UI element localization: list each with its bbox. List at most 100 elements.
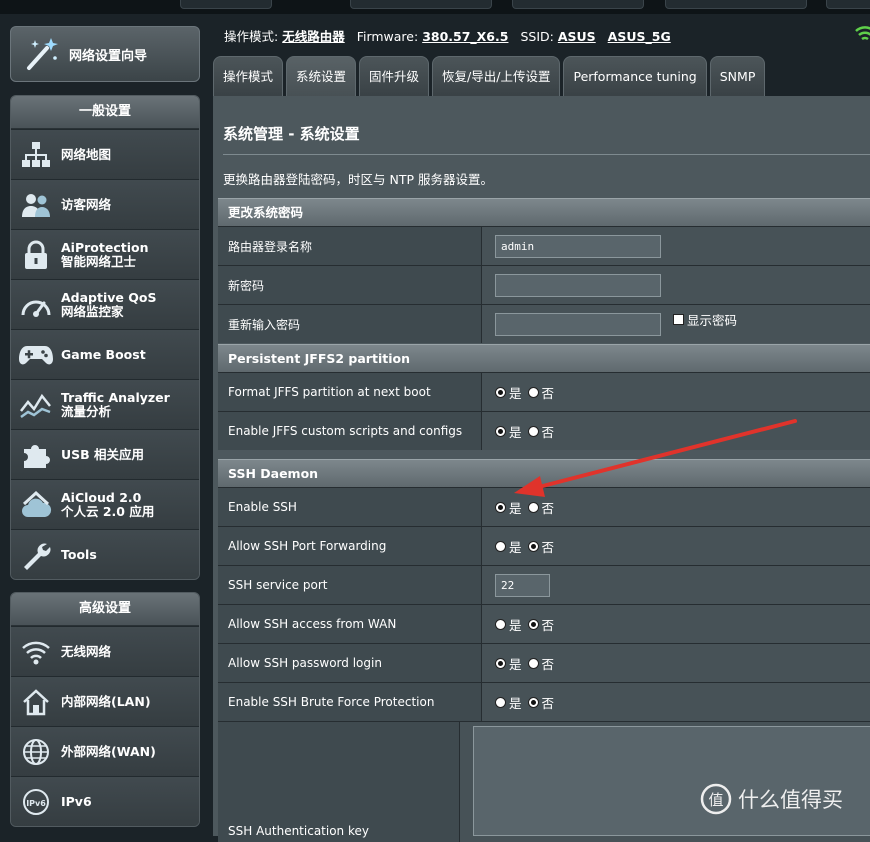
radio-no[interactable]: 否 bbox=[527, 654, 554, 673]
radio-button[interactable] bbox=[495, 425, 506, 437]
wifi-status-icon[interactable] bbox=[855, 24, 870, 48]
radio-no[interactable]: 否 bbox=[527, 537, 555, 556]
radio-button[interactable] bbox=[495, 696, 506, 708]
jffs-scripts-label: Enable JFFS custom scripts and configs bbox=[218, 412, 482, 450]
radio-no[interactable]: 否 bbox=[527, 693, 554, 712]
tab-performance-tuning[interactable]: Performance tuning bbox=[563, 56, 707, 97]
confirm-password-label: 重新输入密码 bbox=[218, 305, 482, 343]
network-map-icon bbox=[19, 138, 53, 172]
sidebar-item-sublabel: 网络监控家 bbox=[61, 303, 124, 319]
tab-restore-save-upload[interactable]: 恢复/导出/上传设置 bbox=[432, 56, 561, 97]
new-password-input[interactable] bbox=[495, 273, 661, 297]
radio-button[interactable] bbox=[495, 657, 506, 669]
ssid-5g-link[interactable]: ASUS_5G bbox=[608, 29, 671, 44]
sidebar-item-adaptive-qos[interactable]: Adaptive QoS 网络监控家 bbox=[11, 279, 199, 329]
show-password-label: 显示密码 bbox=[687, 312, 738, 328]
radio-yes[interactable]: 是 bbox=[495, 693, 522, 712]
radio-label: 否 bbox=[541, 500, 555, 516]
ssh-brute-force-label: Enable SSH Brute Force Protection bbox=[218, 683, 482, 721]
radio-yes[interactable]: 是 bbox=[495, 654, 522, 673]
ssid-link[interactable]: ASUS bbox=[558, 29, 596, 44]
new-password-label: 新密码 bbox=[218, 266, 482, 304]
sidebar-item-tools[interactable]: Tools bbox=[11, 529, 199, 579]
radio-no[interactable]: 否 bbox=[527, 615, 554, 634]
sidebar-item-traffic-analyzer[interactable]: Traffic Analyzer 流量分析 bbox=[11, 379, 199, 429]
sidebar-item-wireless[interactable]: 无线网络 bbox=[11, 626, 199, 676]
sidebar-item-label: IPv6 bbox=[61, 793, 92, 809]
main-panel: 系统管理 - 系统设置 更换路由器登陆密码，时区与 NTP 服务器设置。 更改系… bbox=[213, 96, 870, 842]
advanced-settings-menu: 高级设置 无线网络 内部网络(LAN) 外部网络(WAN) IPv6 IPv6 bbox=[10, 592, 200, 827]
mode-value-link[interactable]: 无线路由器 bbox=[282, 29, 345, 44]
wifi-icon bbox=[19, 635, 53, 669]
sidebar-item-label: AiProtection bbox=[61, 239, 149, 255]
radio-no[interactable]: 否 bbox=[527, 498, 555, 517]
puzzle-piece-icon bbox=[19, 438, 53, 472]
radio-button[interactable] bbox=[495, 540, 506, 552]
gamepad-icon bbox=[19, 338, 53, 372]
cloud-house-icon bbox=[19, 488, 53, 522]
general-settings-menu: 一般设置 网络地图 访客网络 AiProtection 智能网络卫士 Adapti… bbox=[10, 95, 200, 580]
tab-system-settings[interactable]: 系统设置 bbox=[286, 56, 357, 97]
sidebar-item-label: Traffic Analyzer bbox=[61, 389, 170, 405]
watermark: 值 什么值得买 bbox=[700, 783, 843, 815]
radio-yes[interactable]: 是 bbox=[495, 537, 522, 556]
login-name-input[interactable]: admin bbox=[495, 234, 661, 258]
sidebar-item-guest-network[interactable]: 访客网络 bbox=[11, 179, 199, 229]
checkbox-box[interactable] bbox=[673, 313, 684, 325]
banner-tab bbox=[512, 0, 644, 9]
radio-button[interactable] bbox=[527, 425, 539, 437]
firmware-label: Firmware: bbox=[356, 29, 419, 44]
radio-yes[interactable]: 是 bbox=[495, 498, 522, 517]
radio-yes[interactable]: 是 bbox=[495, 383, 522, 402]
enable-ssh-row: Enable SSH 是 否 bbox=[218, 487, 870, 526]
network-setup-wizard-button[interactable]: 网络设置向导 bbox=[10, 26, 200, 82]
radio-button[interactable] bbox=[495, 618, 506, 630]
radio-label: 是 bbox=[509, 500, 522, 516]
sidebar-item-network-map[interactable]: 网络地图 bbox=[11, 129, 199, 179]
ssh-password-login-row: Allow SSH password login 是 否 bbox=[218, 643, 870, 682]
sidebar-item-game-boost[interactable]: Game Boost bbox=[11, 329, 199, 379]
sidebar-item-label: 外部网络(WAN) bbox=[61, 743, 156, 759]
show-password-checkbox[interactable]: 显示密码 bbox=[673, 310, 737, 329]
sidebar-item-ipv6[interactable]: IPv6 IPv6 bbox=[11, 776, 199, 826]
tab-snmp[interactable]: SNMP bbox=[709, 56, 766, 97]
radio-no[interactable]: 否 bbox=[527, 422, 554, 441]
sidebar-item-lan[interactable]: 内部网络(LAN) bbox=[11, 676, 199, 726]
confirm-password-input[interactable] bbox=[495, 312, 661, 336]
sidebar-item-aicloud[interactable]: AiCloud 2.0 个人云 2.0 应用 bbox=[11, 479, 199, 529]
section-header: SSH Daemon bbox=[218, 459, 870, 487]
watermark-text: 什么值得买 bbox=[738, 788, 843, 812]
sidebar-item-usb-apps[interactable]: USB 相关应用 bbox=[11, 429, 199, 479]
mode-label: 操作模式: bbox=[224, 29, 279, 44]
home-icon bbox=[19, 685, 53, 719]
radio-button[interactable] bbox=[527, 540, 539, 552]
radio-button[interactable] bbox=[495, 386, 506, 398]
tab-operation-mode[interactable]: 操作模式 bbox=[213, 56, 284, 97]
sidebar-item-aiprotection[interactable]: AiProtection 智能网络卫士 bbox=[11, 229, 199, 279]
radio-button[interactable] bbox=[527, 501, 539, 513]
radio-yes[interactable]: 是 bbox=[495, 615, 522, 634]
title-divider bbox=[223, 154, 870, 155]
login-name-label: 路由器登录名称 bbox=[218, 227, 482, 265]
radio-button[interactable] bbox=[527, 386, 539, 398]
sidebar-item-label: Tools bbox=[61, 546, 97, 562]
ssh-auth-key-textarea[interactable] bbox=[473, 726, 870, 836]
ssh-service-port-input[interactable]: 22 bbox=[495, 573, 550, 597]
radio-button[interactable] bbox=[527, 696, 539, 708]
lock-icon bbox=[19, 238, 53, 272]
radio-button[interactable] bbox=[495, 501, 506, 513]
magic-wand-icon bbox=[21, 34, 61, 74]
radio-button[interactable] bbox=[527, 618, 539, 630]
radio-button[interactable] bbox=[527, 657, 539, 669]
tab-firmware-upgrade[interactable]: 固件升级 bbox=[359, 56, 430, 97]
sidebar-item-wan[interactable]: 外部网络(WAN) bbox=[11, 726, 199, 776]
new-password-row: 新密码 bbox=[218, 265, 870, 304]
firmware-version-link[interactable]: 380.57_X6.5 bbox=[422, 29, 508, 44]
radio-label: 否 bbox=[541, 539, 555, 555]
banner-tab bbox=[665, 0, 807, 9]
radio-yes[interactable]: 是 bbox=[495, 422, 522, 441]
sidebar-item-sublabel: 智能网络卫士 bbox=[61, 253, 137, 269]
ssh-auth-key-label: SSH Authentication key bbox=[218, 722, 460, 842]
guest-users-icon bbox=[19, 188, 53, 222]
radio-no[interactable]: 否 bbox=[527, 383, 554, 402]
